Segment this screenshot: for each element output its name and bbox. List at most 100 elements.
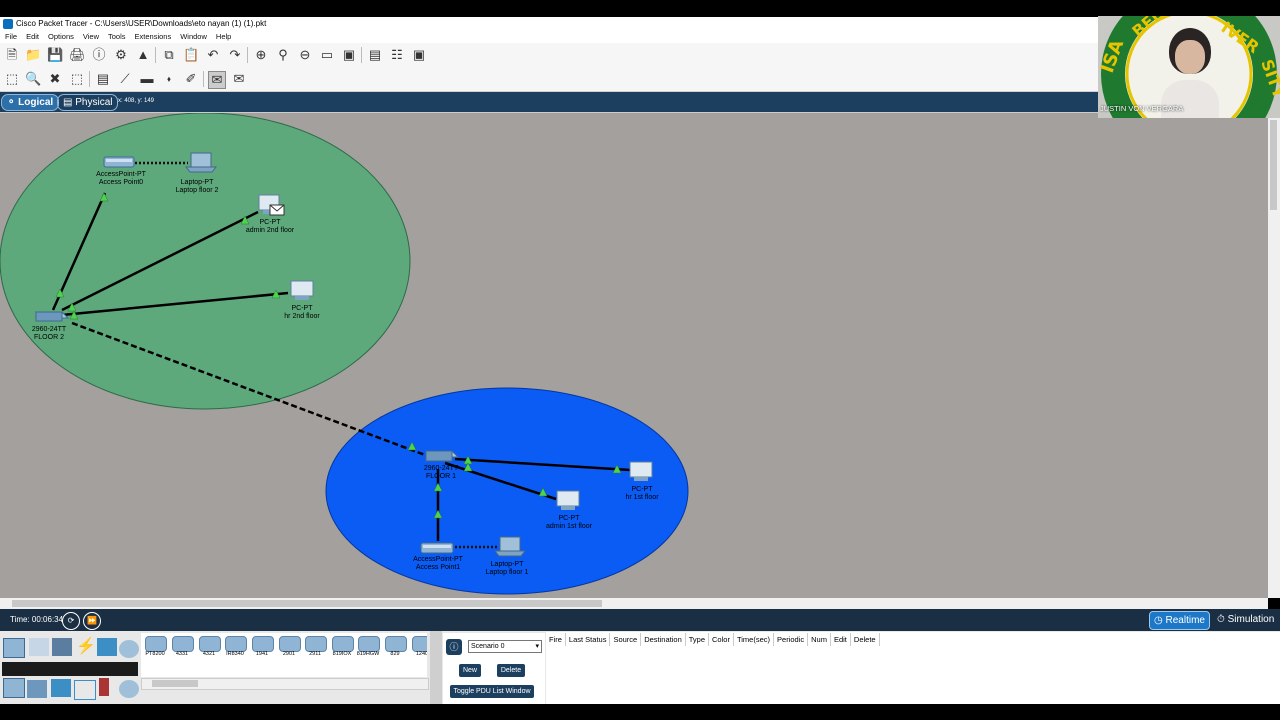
col-source[interactable]: Source <box>610 633 642 646</box>
draw-line-icon[interactable]: ⟋ <box>117 71 133 87</box>
copy-icon[interactable]: ⧉ <box>161 47 177 63</box>
security-icon[interactable] <box>99 678 109 696</box>
resize-shape-icon[interactable]: ⬚ <box>69 71 85 87</box>
notes-icon[interactable]: ▤ <box>367 47 383 63</box>
horizontal-scrollbar[interactable] <box>0 598 1268 609</box>
col-color[interactable]: Color <box>709 633 734 646</box>
router-icon <box>145 636 167 652</box>
tab-physical[interactable]: ▤ Physical <box>57 94 119 111</box>
routers-icon[interactable] <box>3 678 25 698</box>
admin1-name: admin 1st floor <box>546 523 592 530</box>
router-icon <box>412 636 427 652</box>
custom-devices-icon[interactable]: ▣ <box>341 47 357 63</box>
components-icon[interactable] <box>52 638 72 656</box>
model-829[interactable]: 829 <box>383 636 407 660</box>
col-num[interactable]: Num <box>808 633 831 646</box>
model-2901[interactable]: 2901 <box>277 636 301 660</box>
zoom-out-icon[interactable]: ⊖ <box>297 47 313 63</box>
drawing-palette-icon[interactable]: ▭ <box>319 47 335 63</box>
model-4321[interactable]: 4321 <box>197 636 221 660</box>
undo-icon[interactable]: ↶ <box>205 47 221 63</box>
misc-icon[interactable] <box>97 638 117 656</box>
wizard-icon[interactable]: ⚙ <box>113 47 129 63</box>
col-fire[interactable]: Fire <box>546 633 566 646</box>
vertical-scrollbar-thumb[interactable] <box>1270 120 1277 210</box>
info-icon[interactable]: ⓘ <box>446 639 462 655</box>
tab-logical[interactable]: ⚬ Logical <box>1 94 60 111</box>
delete-tool-icon[interactable]: ✖ <box>47 71 63 87</box>
wireless-devices-icon[interactable] <box>74 680 96 700</box>
new-file-icon[interactable]: 🗎 <box>4 47 20 63</box>
realtime-mode-button[interactable]: ◷ Realtime <box>1149 611 1210 630</box>
select-tool-icon[interactable]: ⬚ <box>4 71 20 87</box>
laptop-floor-2[interactable] <box>184 152 218 173</box>
col-edit[interactable]: Edit <box>831 633 851 646</box>
model-819hgw[interactable]: 819HGW <box>356 636 380 660</box>
info-icon[interactable]: ⓘ <box>91 47 107 63</box>
menu-tools[interactable]: Tools <box>103 31 130 43</box>
activity-wizard-icon[interactable]: ▲ <box>135 47 151 63</box>
multiuser-icon[interactable] <box>119 640 139 658</box>
paste-icon[interactable]: 📋 <box>183 47 199 63</box>
menu-window[interactable]: Window <box>175 31 211 43</box>
freeform-draw-icon[interactable]: ✐ <box>183 71 199 87</box>
laptop-floor-1[interactable] <box>493 536 527 557</box>
col-type[interactable]: Type <box>686 633 710 646</box>
col-delete[interactable]: Delete <box>851 633 880 646</box>
vertical-scrollbar[interactable] <box>1268 115 1280 598</box>
model-4331[interactable]: 4331 <box>170 636 194 660</box>
model-1240[interactable]: 1240 <box>410 636 427 660</box>
menu-view[interactable]: View <box>78 31 103 43</box>
col-periodic[interactable]: Periodic <box>774 633 809 646</box>
delete-scenario-button[interactable]: Delete <box>497 664 525 677</box>
model-2911[interactable]: 2911 <box>303 636 327 660</box>
col-last-status[interactable]: Last Status <box>566 633 611 646</box>
hubs-icon[interactable] <box>51 679 71 697</box>
logical-workspace[interactable]: AccessPoint-PT Access Point0 Laptop-PT Lap… <box>0 112 1268 600</box>
col-time[interactable]: Time(sec) <box>734 633 775 646</box>
zoom-reset-icon[interactable]: ⚲ <box>275 47 291 63</box>
new-scenario-button[interactable]: New <box>459 664 481 677</box>
draw-ellipse-icon[interactable]: ⬪ <box>161 71 177 87</box>
model-1941[interactable]: 1941 <box>250 636 274 660</box>
draw-rectangle-icon[interactable]: ▬ <box>139 71 155 87</box>
ap1-name: Access Point1 <box>415 564 461 571</box>
switches-icon[interactable] <box>27 680 47 698</box>
add-simple-pdu-icon[interactable]: ✉ <box>208 71 226 89</box>
inspect-tool-icon[interactable]: 🔍 <box>25 71 41 87</box>
model-pt8200[interactable]: PT8200 <box>143 636 167 660</box>
place-note-icon[interactable]: ▤ <box>95 71 111 87</box>
menu-options[interactable]: Options <box>43 31 78 43</box>
open-folder-icon[interactable]: 📁 <box>25 47 41 63</box>
toggle-pdu-list-button[interactable]: Toggle PDU List Window <box>450 685 534 698</box>
network-devices-icon[interactable] <box>3 638 25 658</box>
access-point-0[interactable] <box>103 156 135 168</box>
device-list-scrollbar[interactable] <box>141 678 429 690</box>
menu-file[interactable]: File <box>0 31 21 43</box>
cluster-icon[interactable]: ☷ <box>389 47 405 63</box>
model-ir8340[interactable]: IR8340 <box>223 636 247 660</box>
redo-icon[interactable]: ↷ <box>227 47 243 63</box>
simulation-mode-button[interactable]: ⏱ Simulation <box>1213 611 1278 628</box>
col-destination[interactable]: Destination <box>641 633 686 646</box>
fast-forward-icon[interactable]: ⏩ <box>83 612 101 630</box>
menu-edit[interactable]: Edit <box>21 31 43 43</box>
menu-extensions[interactable]: Extensions <box>130 31 176 43</box>
zoom-in-icon[interactable]: ⊕ <box>253 47 269 63</box>
menu-help[interactable]: Help <box>211 31 235 43</box>
print-icon[interactable]: 🖨 <box>69 47 86 63</box>
scenario-select[interactable]: Scenario 0 ▾ <box>468 640 542 653</box>
connections-icon[interactable]: ⚡ <box>76 638 96 656</box>
toolbar-separator <box>155 47 156 63</box>
screenshot-icon[interactable]: ▣ <box>411 47 427 63</box>
save-icon[interactable]: 💾 <box>47 47 63 63</box>
end-devices-icon[interactable] <box>29 638 49 656</box>
device-list-scrollbar-thumb[interactable] <box>152 680 198 687</box>
horizontal-scrollbar-thumb[interactable] <box>12 600 602 607</box>
panel-splitter[interactable] <box>430 631 442 704</box>
wan-emulation-icon[interactable] <box>119 680 139 698</box>
power-cycle-icon[interactable]: ⟳ <box>62 612 80 630</box>
model-819iox[interactable]: 819IOX <box>330 636 354 660</box>
access-point-1[interactable] <box>420 542 454 554</box>
add-complex-pdu-icon[interactable]: ✉ <box>231 71 247 87</box>
